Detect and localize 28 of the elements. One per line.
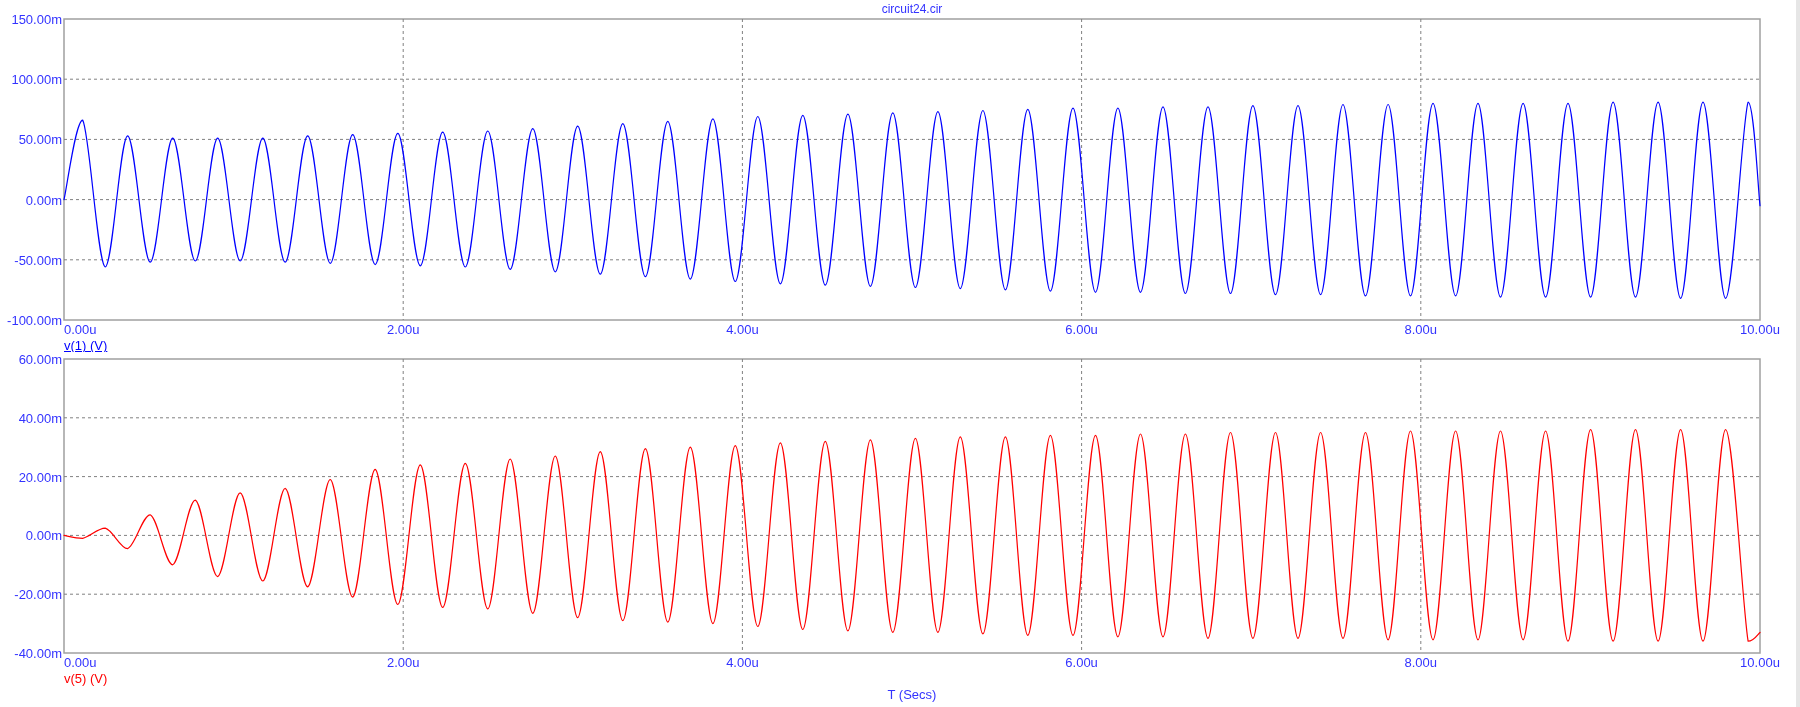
axis-tick-label: 50.00m bbox=[18, 132, 62, 148]
axis-tick-label: 0.00u bbox=[64, 322, 97, 337]
axis-tick-label: 20.00m bbox=[18, 469, 62, 485]
trace-label[interactable]: v(5) (V) bbox=[64, 671, 108, 686]
axis-tick-label: 6.00u bbox=[1065, 322, 1098, 337]
axis-tick-label: 8.00u bbox=[1404, 655, 1438, 670]
axis-tick-label: 10.00u bbox=[1740, 655, 1780, 670]
axis-tick-label: 2.00u bbox=[386, 322, 420, 337]
axis-tick-label: 8.00u bbox=[1404, 322, 1438, 337]
axis-tick-label: 40.00m bbox=[18, 410, 62, 426]
axis-tick-label: 0.00m bbox=[25, 528, 62, 544]
trace-label[interactable]: v(1) (V) bbox=[64, 338, 108, 352]
axis-tick-label: 4.00u bbox=[726, 322, 759, 337]
axis-tick-label: 100.00m bbox=[11, 72, 62, 88]
axis-tick-label: 10.00u bbox=[1740, 322, 1780, 337]
axis-tick-label: -40.00m bbox=[14, 646, 62, 661]
axis-tick-label: 2.00u bbox=[386, 655, 420, 670]
axis-tick-label: 6.00u bbox=[1065, 655, 1098, 670]
axis-tick-label: -50.00m bbox=[14, 252, 62, 268]
axis-tick-label: 60.00m bbox=[18, 352, 62, 367]
chart-title: circuit24.cir bbox=[881, 2, 943, 16]
axis-tick-label: -100.00m bbox=[7, 313, 62, 328]
axis-tick-label: -20.00m bbox=[14, 587, 62, 603]
axis-tick-label: 150.00m bbox=[11, 12, 62, 27]
axis-title: T (Secs) bbox=[887, 687, 937, 702]
axis-tick-label: 4.00u bbox=[726, 655, 759, 670]
axis-tick-label: 0.00m bbox=[25, 192, 62, 208]
axis-tick-label: 0.00u bbox=[64, 655, 97, 670]
